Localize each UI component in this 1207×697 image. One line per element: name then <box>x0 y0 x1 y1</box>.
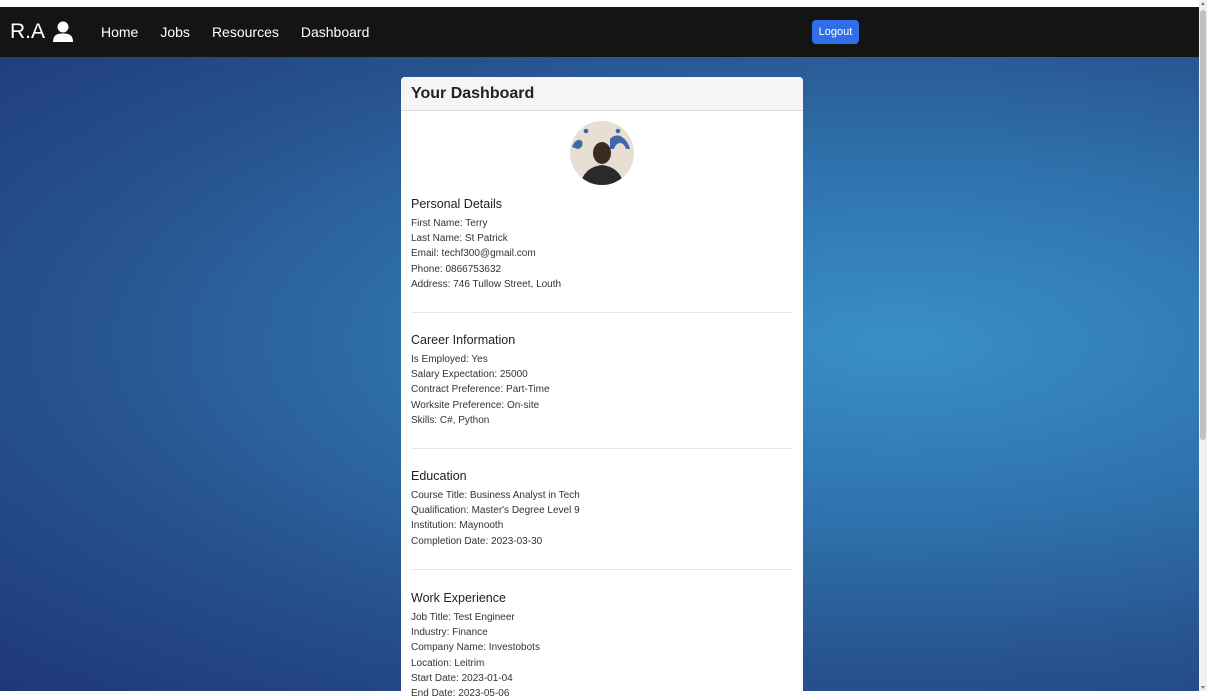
scrollbar-thumb[interactable] <box>1200 10 1206 440</box>
page-scrollbar[interactable] <box>1199 0 1207 691</box>
detail-line: Worksite Preference: On-site <box>411 399 540 411</box>
scroll-down-icon[interactable] <box>1201 686 1205 689</box>
section-heading: Education <box>411 469 467 483</box>
detail-line: Industry: Finance <box>411 627 488 639</box>
detail-line: Is Employed: Yes <box>411 354 488 365</box>
detail-line: Completion Date: 2023-03-30 <box>411 535 543 547</box>
education-section: Education Course Title: Business Analyst… <box>411 469 792 549</box>
profile-avatar <box>570 121 634 185</box>
nav-link-resources[interactable]: Resources <box>212 24 279 40</box>
detail-line: Salary Expectation: 25000 <box>411 369 528 381</box>
nav-link-jobs[interactable]: Jobs <box>160 24 190 40</box>
profile-photo-icon <box>570 121 634 185</box>
detail-line: First Name: Terry <box>411 218 488 229</box>
detail-line: Skills: C#, Python <box>411 414 490 426</box>
section-heading: Personal Details <box>411 197 503 211</box>
detail-line: Last Name: St Patrick <box>411 233 508 245</box>
detail-line: Company Name: Investobots <box>411 642 540 654</box>
section-heading: Work Experience <box>411 591 506 605</box>
page-title: Your Dashboard <box>411 84 535 102</box>
detail-line: Location: Leitrim <box>411 657 485 669</box>
nav-links: Home Jobs Resources Dashboard <box>101 24 391 40</box>
personal-details-section: Personal Details First Name: Terry Last … <box>411 197 792 292</box>
detail-line: Phone: 0866753632 <box>411 263 502 275</box>
detail-line: Email: techf300@gmail.com <box>411 248 536 260</box>
user-icon <box>53 21 74 43</box>
brand-text: R.A <box>10 20 46 43</box>
detail-line: End Date: 2023-05-06 <box>411 688 510 697</box>
detail-line: Qualification: Master's Degree Level 9 <box>411 505 580 517</box>
section-divider <box>411 569 792 570</box>
card-header: Your Dashboard <box>401 77 803 111</box>
nav-link-dashboard[interactable]: Dashboard <box>301 24 370 40</box>
navbar: R.A Home Jobs Resources Dashboard Logout <box>0 7 1199 57</box>
detail-line: Start Date: 2023-01-04 <box>411 672 513 684</box>
nav-link-home[interactable]: Home <box>101 24 138 40</box>
brand[interactable]: R.A <box>10 20 74 44</box>
detail-line: Address: 746 Tullow Street, Louth <box>411 278 562 290</box>
career-information-section: Career Information Is Employed: Yes Sala… <box>411 333 792 428</box>
detail-line: Contract Preference: Part-Time <box>411 384 550 396</box>
work-experience-section: Work Experience Job Title: Test Engineer… <box>411 591 792 697</box>
dashboard-card: Your Dashboard Personal Details First Na… <box>401 77 803 697</box>
window-top-strip <box>0 0 1199 7</box>
detail-line: Institution: Maynooth <box>411 520 504 532</box>
section-heading: Career Information <box>411 333 516 347</box>
section-divider <box>411 312 792 313</box>
detail-line: Job Title: Test Engineer <box>411 612 515 623</box>
section-divider <box>411 448 792 449</box>
logout-button[interactable]: Logout <box>812 20 859 44</box>
scroll-up-icon[interactable] <box>1201 2 1205 5</box>
detail-line: Course Title: Business Analyst in Tech <box>411 490 580 501</box>
